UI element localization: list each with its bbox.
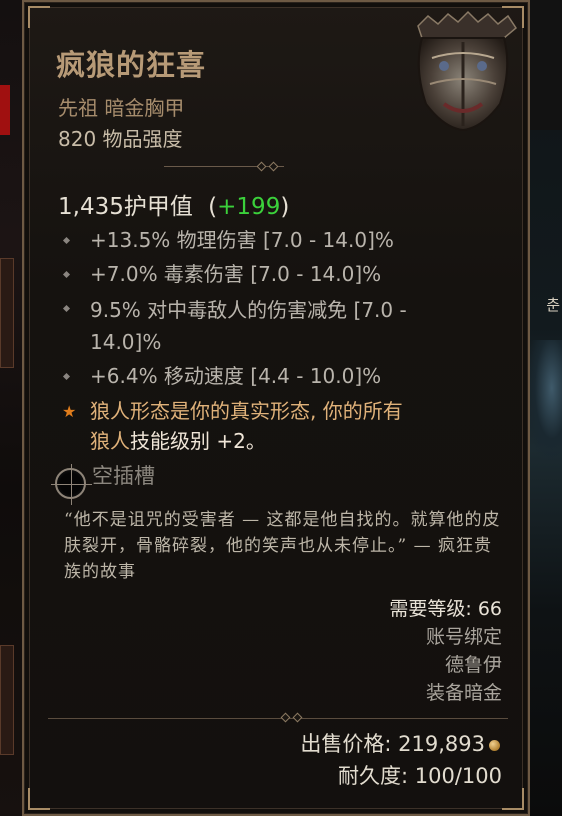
health-indicator — [0, 85, 10, 135]
armor-stat: 1,435护甲值 (+199) — [58, 194, 290, 220]
inventory-slot — [0, 645, 14, 755]
background-right-panel: 춘 — [528, 0, 562, 816]
legendary-aspect: 狼人形态是你的真实形态, 你的所有 狼人技能级别 +2。 — [90, 396, 510, 456]
sell-price: 出售价格: 219,893 — [300, 728, 500, 758]
header-divider — [164, 161, 284, 172]
corner-ornament — [28, 6, 50, 28]
required-level: 需要等级: 66 — [389, 598, 502, 620]
affix-line: +13.5% 物理伤害 [7.0 - 14.0]% — [90, 228, 394, 252]
socket-label: 空插槽 — [92, 464, 155, 488]
inventory-slot — [0, 258, 14, 368]
gold-coin-icon — [489, 739, 500, 751]
affix-bullet-icon — [62, 270, 71, 279]
affix-line: +6.4% 移动速度 [4.4 - 10.0]% — [90, 364, 382, 388]
chest-armor-icon — [417, 10, 517, 132]
item-name: 疯狼的狂喜 — [56, 48, 207, 82]
equip-unique: 装备暗金 — [425, 682, 502, 704]
account-bound: 账号绑定 — [425, 626, 502, 648]
armor-bonus: +199 — [217, 194, 281, 220]
flavor-text: “他不是诅咒的受害者 — 这都是他自找的。就算他的皮肤裂开，骨骼碎裂，他的笑声也… — [64, 510, 501, 582]
affix-line: 9.5% 对中毒敌人的伤害减免 [7.0 - 14.0]% — [90, 298, 407, 354]
corner-ornament — [502, 788, 524, 810]
footer-divider — [48, 712, 508, 724]
background-creature — [528, 340, 562, 460]
empty-socket-icon — [51, 464, 92, 505]
legendary-text-rank: +2。 — [210, 429, 266, 453]
affix-bullet-icon — [62, 372, 71, 381]
class-requirement: 德鲁伊 — [444, 654, 502, 676]
durability: 耐久度: 100/100 — [338, 764, 502, 788]
legendary-star-icon: ★ — [62, 402, 77, 421]
affix-bullet-icon — [62, 304, 71, 313]
frame-ornament — [528, 0, 562, 130]
affix-line: +7.0% 毒素伤害 [7.0 - 14.0]% — [90, 262, 382, 286]
legendary-text-skill: 技能级别 — [130, 429, 210, 453]
background-glyph: 춘 — [546, 296, 560, 314]
item-power: 820 物品强度 — [58, 127, 183, 151]
legendary-text-line1: 狼人形态是你的真实形态, 你的所有 — [90, 399, 403, 423]
armor-value: 1,435护甲值 — [58, 194, 193, 220]
legendary-text-werewolf: 狼人 — [90, 429, 130, 453]
item-type: 先祖 暗金胸甲 — [58, 96, 185, 120]
item-tooltip: 疯狼的狂喜 先祖 暗金胸甲 820 物品强度 1,435护甲值 (+199) +… — [22, 0, 530, 816]
sell-price-text: 出售价格: 219,893 — [300, 732, 485, 756]
affix-bullet-icon — [62, 236, 71, 245]
corner-ornament — [28, 788, 50, 810]
